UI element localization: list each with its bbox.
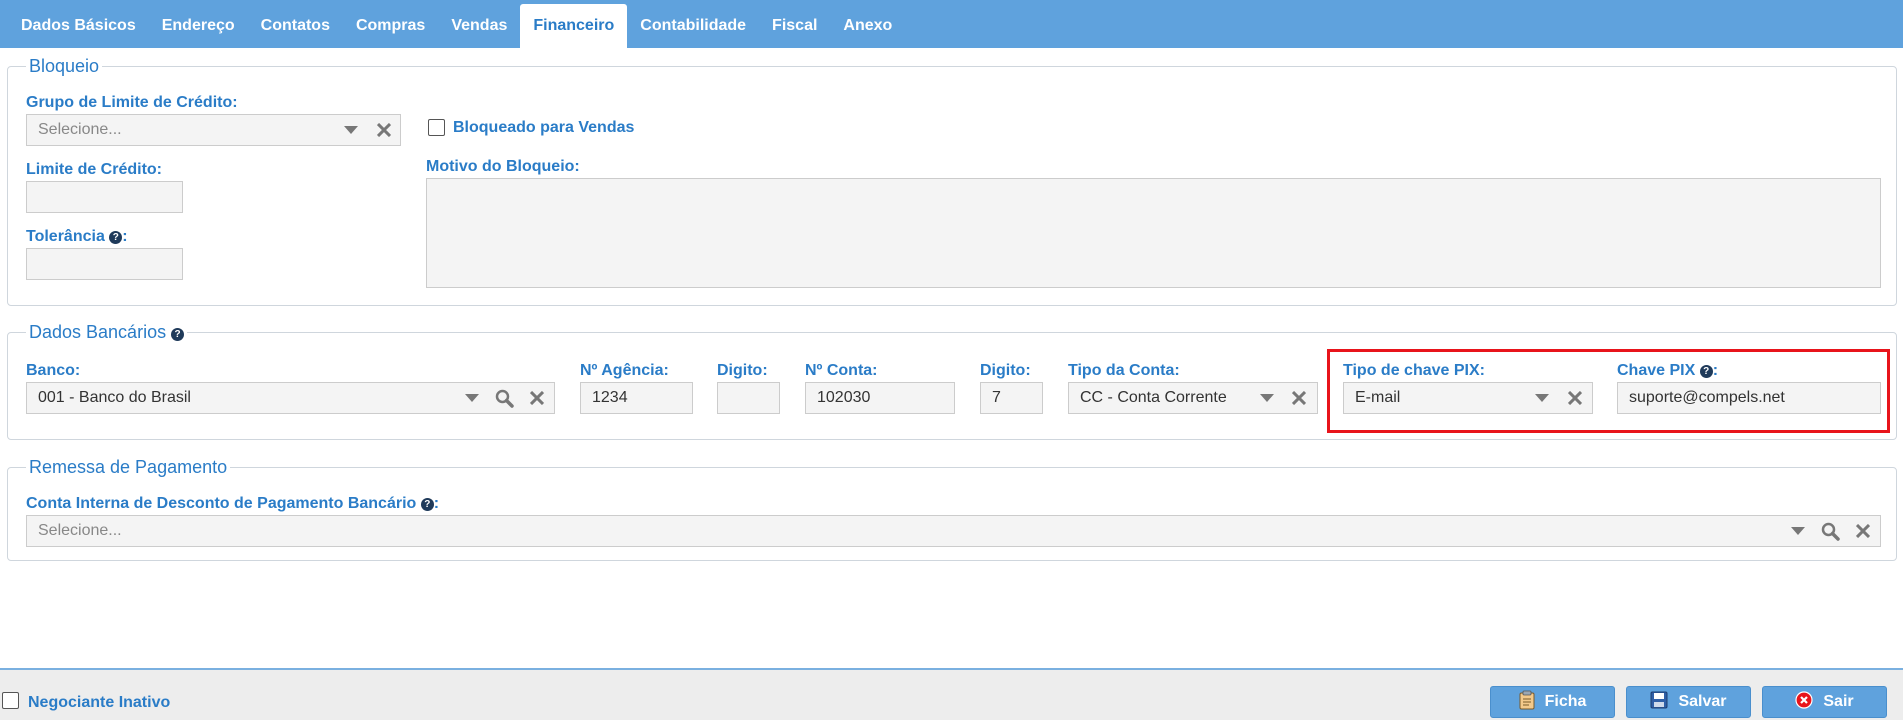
sair-button[interactable]: Sair — [1762, 686, 1887, 718]
tab-endereco[interactable]: Endereço — [149, 4, 248, 48]
search-icon[interactable] — [493, 387, 515, 409]
floppy-disk-icon — [1650, 691, 1668, 714]
caret-down-icon[interactable] — [340, 120, 362, 140]
search-icon[interactable] — [1819, 520, 1841, 542]
ficha-button[interactable]: Ficha — [1490, 686, 1615, 718]
close-x-icon[interactable] — [1852, 521, 1874, 541]
question-circle-icon[interactable]: ? — [109, 231, 123, 244]
ficha-button-label: Ficha — [1544, 693, 1587, 710]
tab-dados-basicos[interactable]: Dados Básicos — [8, 4, 149, 48]
tab-financeiro[interactable]: Financeiro — [520, 4, 628, 48]
banco-label: Banco: — [26, 362, 81, 379]
digito-agencia-label: Digito: — [717, 362, 768, 379]
conta-label: Nº Conta: — [805, 362, 878, 379]
conta-interna-label-text: Conta Interna de Desconto de Pagamento B… — [26, 495, 417, 512]
salvar-button[interactable]: Salvar — [1626, 686, 1751, 718]
close-x-icon[interactable] — [526, 388, 548, 408]
tolerancia-input[interactable] — [26, 248, 183, 280]
sair-button-label: Sair — [1823, 693, 1854, 710]
tipo-conta-select[interactable]: CC - Conta Corrente — [1068, 382, 1318, 414]
tab-bar: Dados Básicos Endereço Contatos Compras … — [0, 0, 1903, 48]
caret-down-icon[interactable] — [1256, 388, 1278, 408]
tolerancia-colon: : — [122, 228, 128, 245]
tab-anexo[interactable]: Anexo — [830, 4, 905, 48]
conta-input[interactable]: 102030 — [805, 382, 955, 414]
digito-agencia-input[interactable] — [717, 382, 780, 414]
caret-down-icon[interactable] — [1787, 521, 1809, 541]
bloqueio-legend: Bloqueio — [26, 54, 103, 78]
dados-bancarios-legend-text: Dados Bancários — [29, 322, 167, 342]
negociante-inativo-label[interactable]: Negociante Inativo — [28, 694, 170, 712]
remessa-pagamento-legend: Remessa de Pagamento — [26, 455, 231, 479]
footer-bar: Negociante Inativo Ficha Salvar Sair — [0, 668, 1903, 720]
close-x-icon[interactable] — [1288, 388, 1310, 408]
digito-conta-input[interactable]: 7 — [980, 382, 1043, 414]
digito-conta-label: Digito: — [980, 362, 1031, 379]
bloqueado-vendas-label[interactable]: Bloqueado para Vendas — [453, 119, 634, 137]
close-circle-icon — [1795, 690, 1813, 714]
close-x-icon[interactable] — [373, 120, 395, 140]
tab-vendas[interactable]: Vendas — [438, 4, 520, 48]
caret-down-icon[interactable] — [461, 388, 483, 408]
limite-credito-label: Limite de Crédito: — [26, 161, 163, 178]
tab-compras[interactable]: Compras — [343, 4, 438, 48]
agencia-input[interactable]: 1234 — [580, 382, 693, 414]
limite-credito-input[interactable] — [26, 181, 183, 213]
tipo-conta-label: Tipo da Conta: — [1068, 362, 1180, 379]
tab-fiscal[interactable]: Fiscal — [759, 4, 830, 48]
tab-contatos[interactable]: Contatos — [248, 4, 343, 48]
conta-interna-label: Conta Interna de Desconto de Pagamento B… — [26, 495, 439, 513]
pix-highlight-box — [1327, 349, 1890, 433]
salvar-button-label: Salvar — [1678, 693, 1727, 710]
motivo-bloqueio-label: Motivo do Bloqueio: — [426, 158, 580, 175]
tolerancia-label: Tolerância ?: — [26, 228, 128, 246]
bloqueado-vendas-checkbox[interactable] — [428, 119, 445, 136]
tab-contabilidade[interactable]: Contabilidade — [627, 4, 759, 48]
negociante-inativo-checkbox[interactable] — [2, 692, 19, 709]
clipboard-icon — [1519, 690, 1535, 715]
dados-bancarios-legend: Dados Bancários ? — [26, 320, 188, 344]
question-circle-icon[interactable]: ? — [420, 498, 434, 511]
agencia-label: Nº Agência: — [580, 362, 669, 379]
question-circle-icon[interactable]: ? — [171, 328, 185, 341]
conta-interna-select[interactable]: Selecione... — [26, 515, 1881, 547]
conta-interna-colon: : — [433, 495, 440, 512]
tolerancia-label-text: Tolerância — [26, 228, 105, 245]
grupo-limite-label: Grupo de Limite de Crédito: — [26, 94, 238, 111]
motivo-bloqueio-textarea[interactable] — [426, 178, 1881, 288]
